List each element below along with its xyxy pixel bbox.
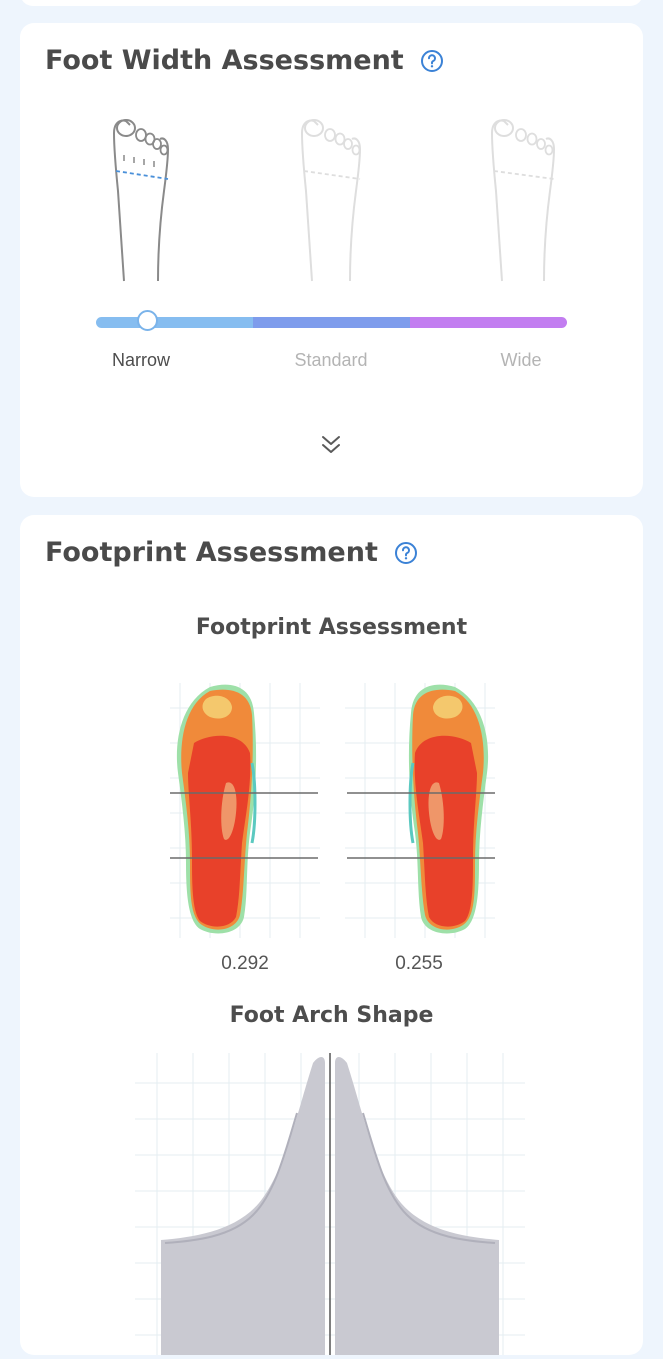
left-footprint-heatmap — [170, 683, 320, 938]
foot-arch-shape-image — [135, 1053, 525, 1355]
help-circle-icon[interactable] — [420, 49, 444, 73]
foot-arch-title: Foot Arch Shape — [229, 1003, 434, 1028]
left-footprint-value: 0.292 — [221, 953, 269, 974]
right-footprint-value: 0.255 — [395, 953, 443, 974]
level-label-standard: Standard — [294, 350, 368, 370]
footprint-chart-title: Footprint Assessment — [195, 615, 468, 640]
slider-segment-narrow — [96, 317, 253, 328]
narrow-foot-illustration — [110, 111, 180, 283]
help-circle-icon[interactable] — [394, 541, 418, 565]
foot-width-title: Foot Width Assessment — [45, 45, 444, 76]
level-label-narrow: Narrow — [111, 350, 170, 370]
right-footprint-heatmap — [345, 683, 495, 938]
slider-segment-standard — [253, 317, 410, 328]
slider-segment-wide — [410, 317, 567, 328]
footprint-title-text: Footprint Assessment — [45, 537, 378, 568]
double-chevron-down-icon[interactable] — [316, 431, 346, 459]
previous-card — [20, 0, 643, 6]
level-label-wide: Wide — [500, 350, 542, 370]
foot-width-title-text: Foot Width Assessment — [45, 45, 404, 76]
standard-foot-illustration — [298, 111, 368, 283]
foot-width-card: Foot Width Assessment Narrow Standard Wi… — [20, 23, 643, 497]
slider-track[interactable] — [96, 317, 567, 328]
wide-foot-illustration — [488, 111, 558, 283]
footprint-title: Footprint Assessment — [45, 537, 418, 568]
footprint-card: Footprint Assessment Footprint Assessmen… — [20, 515, 643, 1355]
foot-width-slider[interactable] — [96, 310, 567, 331]
